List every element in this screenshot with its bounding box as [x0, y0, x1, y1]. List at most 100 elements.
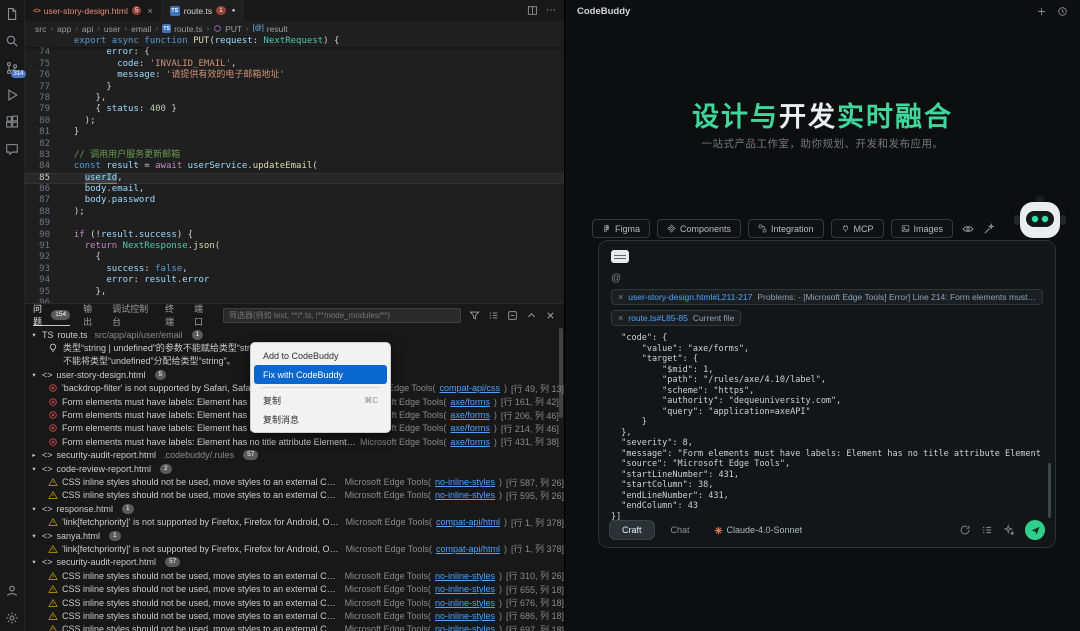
capability-chip-Components[interactable]: Components	[657, 219, 741, 238]
problems-file-row[interactable]: ▾TSroute.tssrc/app/api/user/email1	[25, 328, 564, 341]
send-button[interactable]	[1025, 520, 1045, 540]
remove-chip-icon[interactable]: ×	[618, 313, 623, 323]
editor-tab-user-story-design.html[interactable]: <>user-story-design.html5×	[25, 0, 162, 21]
breadcrumb-item-PUT[interactable]: PUT	[213, 24, 242, 34]
wand-icon[interactable]	[983, 223, 995, 235]
view-as-list-icon[interactable]	[488, 310, 499, 321]
capability-chip-Figma[interactable]: Figma	[592, 219, 650, 238]
problems-file-row[interactable]: ▾<>code-review-report.html2	[25, 462, 564, 475]
code-line[interactable]: 74 error: {	[25, 47, 564, 58]
context-chip[interactable]: ×user-story-design.html#L211-217Problems…	[611, 289, 1043, 305]
code-line[interactable]: 94 error: result.error	[25, 275, 564, 286]
code-line[interactable]: 87 body.password	[25, 195, 564, 206]
split-editor-icon[interactable]	[527, 5, 538, 16]
breadcrumb-item-email[interactable]: email	[131, 24, 151, 34]
problem-rule-link[interactable]: axe/forms	[450, 423, 490, 433]
problem-row[interactable]: CSS inline styles should not be used, mo…	[25, 596, 564, 609]
menu-item-复制消息[interactable]: 复制消息	[254, 410, 387, 429]
enhance-prompt-icon[interactable]	[1003, 524, 1015, 536]
collapse-all-icon[interactable]	[507, 310, 518, 321]
problem-rule-link[interactable]: no-inline-styles	[435, 584, 495, 594]
problems-file-row[interactable]: ▾<>sanya.html1	[25, 529, 564, 542]
breadcrumb-item-app[interactable]: app	[57, 24, 71, 34]
capability-chip-MCP[interactable]: MCP	[831, 219, 884, 238]
search-button[interactable]	[5, 34, 19, 48]
problem-rule-link[interactable]: axe/forms	[450, 437, 490, 447]
problem-row[interactable]: CSS inline styles should not be used, mo…	[25, 582, 564, 595]
capability-chip-Images[interactable]: Images	[891, 219, 954, 238]
code-line[interactable]: 79 { status: 400 }	[25, 104, 564, 115]
code-line[interactable]: export async function PUT(request: NextR…	[25, 36, 564, 47]
mode-craft-button[interactable]: Craft	[609, 520, 655, 540]
chat-scrollbar[interactable]	[1048, 463, 1051, 518]
problems-file-row[interactable]: ▸<>security-audit-report.html.codebuddy/…	[25, 449, 564, 462]
code-editor[interactable]: export async function PUT(request: NextR…	[25, 36, 564, 303]
maximize-panel-icon[interactable]	[526, 310, 537, 321]
problem-row[interactable]: CSS inline styles should not be used, mo…	[25, 623, 564, 631]
model-selector[interactable]: Claude-4.0-Sonnet	[714, 525, 803, 535]
problem-rule-link[interactable]: axe/forms	[450, 410, 490, 420]
code-line[interactable]: 90 if (!result.success) {	[25, 230, 564, 241]
tab-close-icon[interactable]: ×	[147, 6, 152, 16]
problem-row[interactable]: CSS inline styles should not be used, mo…	[25, 489, 564, 502]
code-line[interactable]: 82	[25, 139, 564, 150]
chat-code-block[interactable]: "code": { "value": "axe/forms", "target"…	[611, 333, 1043, 530]
problem-rule-link[interactable]: no-inline-styles	[435, 598, 495, 608]
code-line[interactable]: 92 {	[25, 252, 564, 263]
menu-item-复制[interactable]: 复制⌘C	[254, 391, 387, 410]
tab-dirty-icon[interactable]: ●	[232, 8, 236, 14]
problem-rule-link[interactable]: no-inline-styles	[435, 611, 495, 621]
code-line[interactable]: 78 },	[25, 93, 564, 104]
problem-row[interactable]: CSS inline styles should not be used, mo…	[25, 569, 564, 582]
code-line[interactable]: 80 );	[25, 116, 564, 127]
code-line[interactable]: 83 // 调用用户服务更新邮箱	[25, 150, 564, 161]
code-line[interactable]: 75 code: 'INVALID_EMAIL',	[25, 59, 564, 70]
panel-tab-端口[interactable]: 端口	[194, 304, 210, 326]
mode-chat-button[interactable]: Chat	[659, 520, 702, 540]
code-line[interactable]: 77 }	[25, 82, 564, 93]
problems-file-row[interactable]: ▾<>response.html1	[25, 502, 564, 515]
breadcrumb-item-api[interactable]: api	[82, 24, 93, 34]
panel-tab-输出[interactable]: 输出	[83, 304, 99, 326]
chat-sidebar-button[interactable]	[5, 142, 19, 156]
refresh-context-icon[interactable]	[959, 524, 971, 536]
code-line[interactable]: 89	[25, 218, 564, 229]
problem-row[interactable]: 'link[fetchpriority]' is not supported b…	[25, 515, 564, 528]
problem-rule-link[interactable]: compat-api/html	[436, 517, 500, 527]
breadcrumb-item-src[interactable]: src	[35, 24, 46, 34]
code-line[interactable]: 93 success: false,	[25, 264, 564, 275]
problems-scrollbar[interactable]	[559, 328, 563, 418]
menu-item-Add to CodeBuddy[interactable]: Add to CodeBuddy	[254, 346, 387, 365]
attachment-thumbnail[interactable]	[611, 250, 629, 263]
more-actions-icon[interactable]: ⋯	[546, 5, 556, 16]
code-line[interactable]: 81 }	[25, 127, 564, 138]
new-chat-icon[interactable]	[1036, 6, 1047, 17]
panel-tab-调试控制台[interactable]: 调试控制台	[112, 304, 152, 326]
breadcrumb-item-route.ts[interactable]: TSroute.ts	[162, 24, 202, 34]
code-line[interactable]: 86 body.email,	[25, 184, 564, 195]
problem-row[interactable]: CSS inline styles should not be used, mo…	[25, 609, 564, 622]
explorer-button[interactable]	[5, 7, 19, 21]
chat-input-box[interactable]: @ ×user-story-design.html#L211-217Proble…	[598, 240, 1056, 548]
code-line[interactable]: 85 userId,	[25, 173, 564, 184]
editor-tab-route.ts[interactable]: TSroute.ts1●	[162, 0, 245, 21]
problems-filter-input[interactable]	[223, 308, 461, 323]
breadcrumb-item-user[interactable]: user	[104, 24, 121, 34]
problem-rule-link[interactable]: no-inline-styles	[435, 571, 495, 581]
capability-chip-Integration[interactable]: Integration	[748, 219, 824, 238]
settings-button[interactable]	[5, 611, 19, 625]
problem-rule-link[interactable]: no-inline-styles	[435, 490, 495, 500]
extensions-button[interactable]	[5, 115, 19, 129]
problem-rule-link[interactable]: compat-api/css	[439, 383, 500, 393]
run-debug-button[interactable]	[5, 88, 19, 102]
context-chip[interactable]: ×route.ts#L85-85Current file	[611, 310, 741, 326]
account-button[interactable]	[5, 584, 19, 598]
problem-rule-link[interactable]: no-inline-styles	[435, 624, 495, 631]
code-line[interactable]: 95 },	[25, 287, 564, 298]
source-control-button[interactable]: 314	[5, 61, 19, 75]
problems-file-row[interactable]: ▾<>security-audit-report.html57	[25, 556, 564, 569]
mention-trigger[interactable]: @	[611, 273, 1043, 284]
menu-item-Fix with CodeBuddy[interactable]: Fix with CodeBuddy	[254, 365, 387, 384]
filter-icon[interactable]	[469, 310, 480, 321]
panel-tab-终端[interactable]: 终端	[165, 304, 181, 326]
